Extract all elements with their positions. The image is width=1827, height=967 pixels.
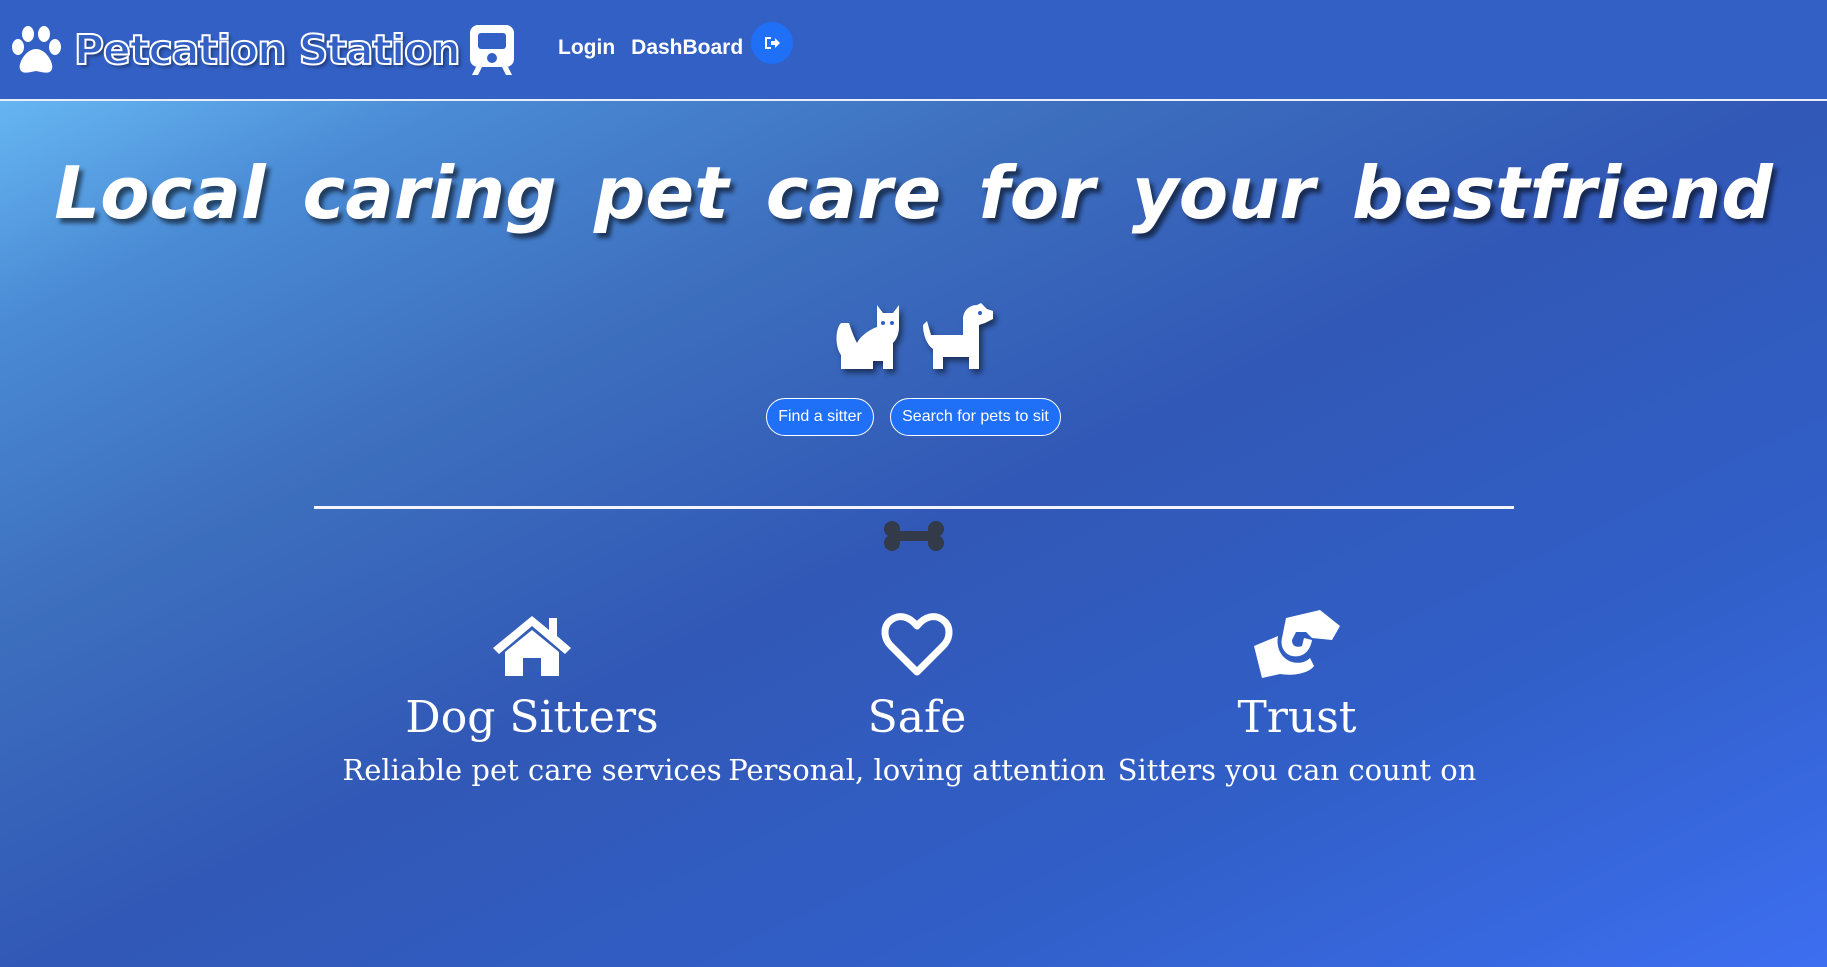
feature-subtitle: Reliable pet care services xyxy=(342,753,722,787)
nav-link-login[interactable]: Login xyxy=(558,36,615,60)
feature-trust: Trust Sitters you can count on xyxy=(1087,606,1507,790)
brand-logo[interactable]: Petcation Station xyxy=(10,22,516,78)
find-sitter-button[interactable]: Find a sitter xyxy=(766,398,874,436)
nav-link-dashboard[interactable]: DashBoard xyxy=(631,36,743,60)
feature-subtitle: Personal, loving attention xyxy=(728,753,1106,787)
feature-title: Trust xyxy=(1237,692,1357,743)
house-icon xyxy=(493,616,571,676)
sign-out-icon xyxy=(765,37,781,49)
feature-title: Safe xyxy=(867,692,967,743)
logout-button[interactable] xyxy=(751,22,794,64)
navbar: Petcation Station Login DashBoard xyxy=(0,0,1827,101)
hero-headline: Local caring pet care for your bestfrien… xyxy=(54,151,1773,235)
handshake-icon xyxy=(1254,610,1340,678)
nav-links: Login DashBoard xyxy=(558,22,794,72)
feature-safe: Safe Personal, loving attention xyxy=(707,606,1127,790)
feature-dog-sitters: Dog Sitters Reliable pet care services xyxy=(322,606,742,790)
search-pets-button[interactable]: Search for pets to sit xyxy=(890,398,1061,436)
pets-illustration xyxy=(836,303,993,369)
dog-icon xyxy=(923,303,993,369)
feature-title: Dog Sitters xyxy=(405,692,659,743)
cat-icon xyxy=(836,305,899,369)
brand-name: Petcation Station xyxy=(73,25,462,75)
hero-section: Local caring pet care for your bestfrien… xyxy=(0,101,1827,967)
feature-subtitle: Sitters you can count on xyxy=(1117,753,1477,787)
paw-icon xyxy=(12,26,61,73)
heart-icon xyxy=(881,613,953,676)
bone-icon xyxy=(884,521,944,551)
section-divider xyxy=(314,506,1514,509)
train-icon xyxy=(469,25,514,75)
